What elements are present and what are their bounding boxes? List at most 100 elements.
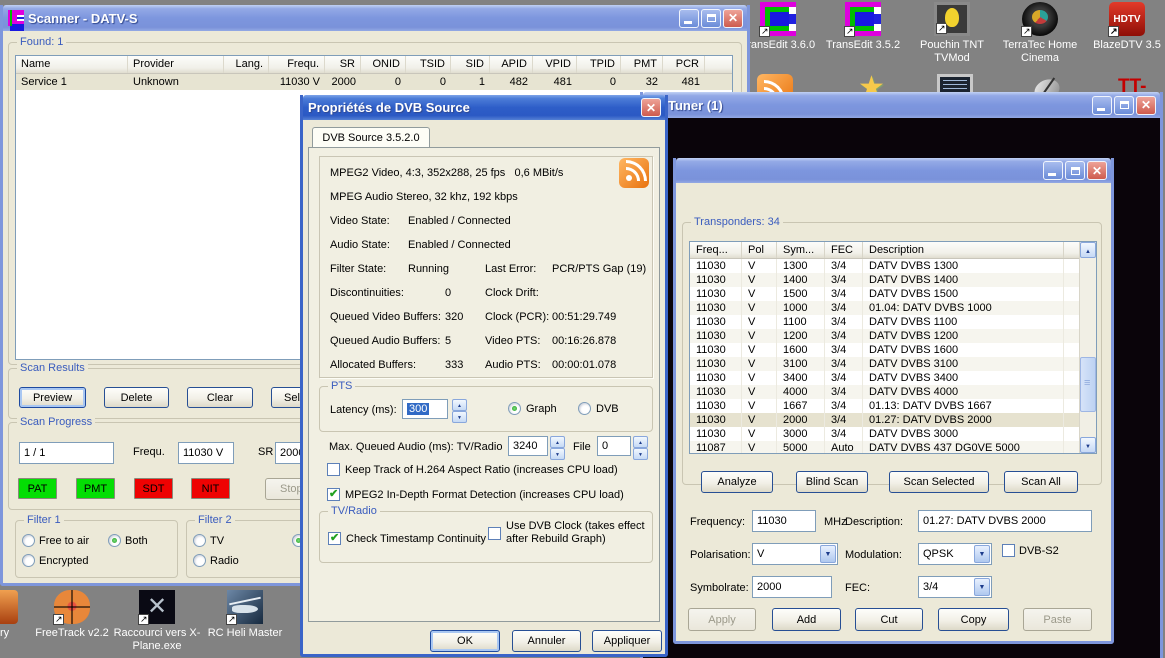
close-button[interactable]: ✕ (1136, 96, 1156, 115)
desktop-icon-blazedtv[interactable]: HDTV BlazeDTV 3.5 (1082, 2, 1165, 52)
desktop-icon-transedit-352[interactable]: TransEdit 3.5.2 (818, 2, 908, 52)
fec-select[interactable]: 3/4 (918, 576, 992, 598)
close-button[interactable]: ✕ (1087, 161, 1107, 180)
table-row[interactable]: 11030V10003/401.04: DATV DVBS 1000 (690, 301, 1096, 315)
table-row[interactable]: 11030V13003/4DATV DVBS 1300 (690, 259, 1096, 273)
transponder-list[interactable]: Freq...PolSym...FECDescription 11030V130… (689, 241, 1097, 454)
cancel-button[interactable]: Annuler (512, 630, 581, 652)
dvbs2-checkbox[interactable] (1002, 544, 1015, 557)
pouchin-tv-icon (934, 2, 970, 36)
graph-radio[interactable] (508, 402, 521, 415)
dialog-client: DVB Source 3.5.2.0 MPEG2 Video, 4:3, 352… (303, 120, 665, 654)
scanner-titlebar[interactable]: Scanner - DATV-S ✕ (3, 5, 747, 31)
description-field[interactable]: 01.27: DATV DVBS 2000 (918, 510, 1092, 532)
progress-field[interactable]: 1 / 1 (19, 442, 114, 464)
close-button[interactable]: ✕ (723, 9, 743, 28)
desktop-icon-pouchin[interactable]: Pouchin TNT TVMod (907, 2, 997, 65)
table-row[interactable]: 11030V31003/4DATV DVBS 3100 (690, 357, 1096, 371)
table-row[interactable]: 11087V5000AutoDATV DVBS 437 DG0VE 5000 (690, 441, 1096, 454)
latency-stepper[interactable] (452, 399, 467, 419)
chevron-down-icon[interactable] (974, 545, 990, 563)
scan-selected-button[interactable]: Scan Selected (889, 471, 989, 493)
transedit-icon (845, 2, 881, 36)
maximize-button[interactable] (1065, 161, 1085, 180)
minimize-button[interactable] (679, 9, 699, 28)
chevron-down-icon[interactable] (820, 545, 836, 563)
services-table-header[interactable]: NameProviderLang.Frequ.SRONIDTSIDSIDAPID… (16, 56, 732, 74)
max-queued-stepper[interactable] (550, 436, 565, 456)
hdtv-icon-text: HDTV (1113, 14, 1140, 25)
desktop-icon-xplane[interactable]: Raccourci vers X-Plane.exe (112, 590, 202, 653)
h264-aspect-checkbox[interactable] (327, 463, 340, 476)
transponder-list-header[interactable]: Freq...PolSym...FECDescription (690, 242, 1096, 259)
file-stepper[interactable] (633, 436, 648, 456)
encrypted-radio[interactable] (22, 554, 35, 567)
scrollbar[interactable] (1079, 242, 1096, 453)
polarisation-select[interactable]: V (752, 543, 838, 565)
copy-button[interactable]: Copy (938, 608, 1009, 631)
table-row[interactable]: 11030V16673/401.13: DATV DVBS 1667 (690, 399, 1096, 413)
add-button[interactable]: Add (772, 608, 841, 631)
window-title: Scanner - DATV-S (28, 11, 677, 26)
frequency-field[interactable]: 11030 (752, 510, 816, 532)
table-row[interactable]: 11030V40003/4DATV DVBS 4000 (690, 385, 1096, 399)
tuner-settings-titlebar[interactable]: ✕ (676, 158, 1111, 183)
shortcut-arrow-icon (1021, 26, 1032, 37)
table-row[interactable]: 11030V15003/4DATV DVBS 1500 (690, 287, 1096, 301)
maximize-button[interactable] (1114, 96, 1134, 115)
clock-drift-label: Clock Drift: (485, 287, 539, 299)
tuner-titlebar[interactable]: Tuner (1) ✕ (643, 92, 1160, 118)
minimize-button[interactable] (1092, 96, 1112, 115)
maximize-button[interactable] (701, 9, 721, 28)
table-row[interactable]: 11030V12003/4DATV DVBS 1200 (690, 329, 1096, 343)
minimize-button[interactable] (1043, 161, 1063, 180)
pat-indicator: PAT (18, 478, 57, 499)
tv-radio[interactable] (193, 534, 206, 547)
table-row[interactable]: 11030V11003/4DATV DVBS 1100 (690, 315, 1096, 329)
frequency-field[interactable]: 11030 V (178, 442, 234, 464)
scrollbar-thumb[interactable] (1080, 357, 1096, 412)
analyze-button[interactable]: Analyze (701, 471, 773, 493)
sdt-indicator: SDT (134, 478, 173, 499)
video-info-line: MPEG2 Video, 4:3, 352x288, 25 fps 0,6 MB… (330, 167, 563, 179)
use-dvb-clock-checkbox[interactable] (488, 527, 501, 540)
preview-button[interactable]: Preview (19, 387, 86, 408)
video-state-label: Video State: (330, 215, 390, 227)
chevron-down-icon[interactable] (974, 578, 990, 596)
radio-radio[interactable] (193, 554, 206, 567)
scroll-up-icon[interactable] (1080, 242, 1096, 258)
file-field[interactable]: 0 (597, 436, 631, 456)
apply-button[interactable]: Appliquer (592, 630, 662, 652)
blind-scan-button[interactable]: Blind Scan (796, 471, 868, 493)
symbolrate-field[interactable]: 2000 (752, 576, 832, 598)
table-row[interactable]: 11030V16003/4DATV DVBS 1600 (690, 343, 1096, 357)
delete-button[interactable]: Delete (104, 387, 169, 408)
shortcut-arrow-icon (759, 26, 770, 37)
clear-button[interactable]: Clear (187, 387, 253, 408)
desktop-icon-freetrack[interactable]: FreeTrack v2.2 (27, 590, 117, 640)
latency-field[interactable]: 300 (402, 399, 448, 419)
timestamp-continuity-checkbox[interactable] (328, 532, 341, 545)
desktop-icon-terratec[interactable]: TerraTec Home Cinema (995, 2, 1085, 65)
desktop-icon-rc-heli[interactable]: RC Heli Master (200, 590, 290, 640)
pts-groupbox: PTS Latency (ms): 300 Graph DVB (319, 386, 653, 432)
video-pts-value: 00:16:26.878 (552, 335, 616, 347)
both-radio[interactable] (108, 534, 121, 547)
scan-all-button[interactable]: Scan All (1004, 471, 1078, 493)
scroll-down-icon[interactable] (1080, 437, 1096, 453)
mpeg2-indepth-checkbox[interactable] (327, 488, 340, 501)
table-row[interactable]: Service 1Unknown11030 V20000014824810324… (16, 74, 732, 90)
modulation-select[interactable]: QPSK (918, 543, 992, 565)
tab-dvb-source[interactable]: DVB Source 3.5.2.0 (312, 127, 430, 148)
close-button[interactable]: ✕ (641, 98, 661, 117)
dvb-radio[interactable] (578, 402, 591, 415)
free-to-air-radio[interactable] (22, 534, 35, 547)
cut-button[interactable]: Cut (855, 608, 923, 631)
table-row[interactable]: 11030V34003/4DATV DVBS 3400 (690, 371, 1096, 385)
table-row[interactable]: 11030V20003/401.27: DATV DVBS 2000 (690, 413, 1096, 427)
dialog-titlebar[interactable]: Propriétés de DVB Source ✕ (303, 95, 665, 120)
table-row[interactable]: 11030V14003/4DATV DVBS 1400 (690, 273, 1096, 287)
ok-button[interactable]: OK (430, 630, 500, 652)
max-queued-audio-field[interactable]: 3240 (508, 436, 548, 456)
table-row[interactable]: 11030V30003/4DATV DVBS 3000 (690, 427, 1096, 441)
